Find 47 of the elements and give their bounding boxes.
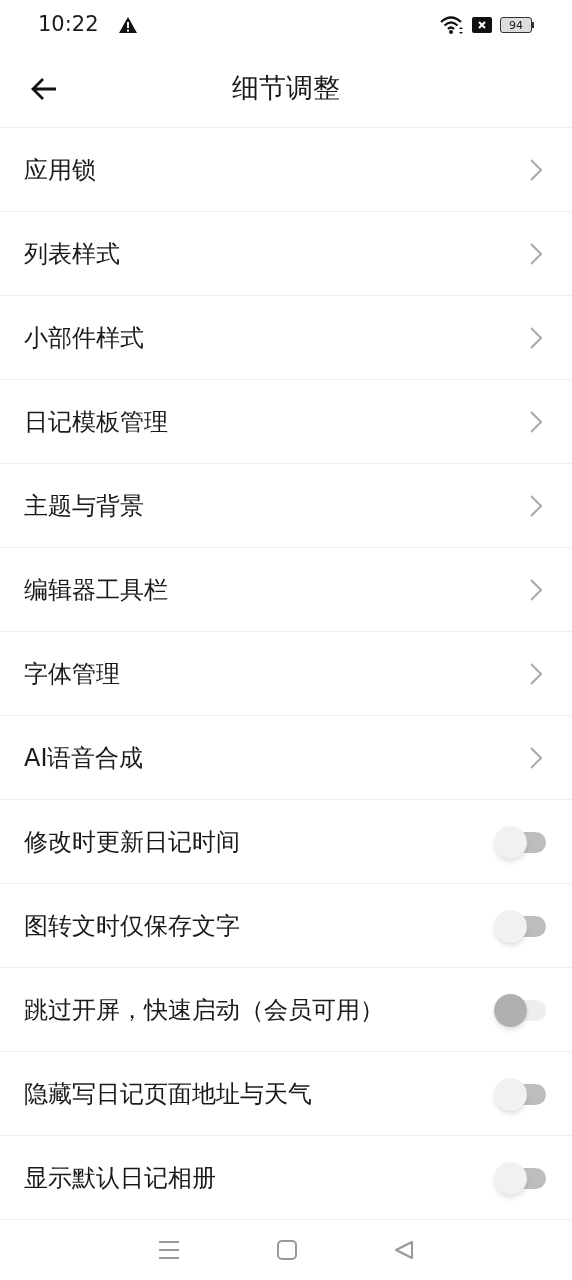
back-icon[interactable] — [393, 1240, 414, 1260]
row-label: 主题与背景 — [24, 490, 145, 522]
row-label: 字体管理 — [24, 658, 121, 690]
settings-row[interactable]: 图转文时仅保存文字 — [0, 884, 572, 968]
settings-row[interactable]: 显示默认日记相册 — [0, 1136, 572, 1220]
back-arrow-icon — [30, 77, 58, 101]
toggle-switch[interactable] — [494, 1076, 548, 1111]
toggle-switch[interactable] — [494, 908, 548, 943]
row-label: 应用锁 — [24, 154, 97, 186]
settings-row[interactable]: 编辑器工具栏 — [0, 548, 572, 632]
row-label: 小部件样式 — [24, 322, 145, 354]
row-label: 日记模板管理 — [24, 406, 169, 438]
wifi-icon — [440, 15, 464, 35]
row-label: 列表样式 — [24, 238, 121, 270]
row-label: 修改时更新日记时间 — [24, 826, 241, 858]
row-label: 图转文时仅保存文字 — [24, 910, 241, 942]
page-title: 细节调整 — [232, 71, 340, 106]
settings-row[interactable]: 隐藏写日记页面地址与天气 — [0, 1052, 572, 1136]
row-label: 跳过开屏，快速启动（会员可用） — [24, 994, 385, 1026]
row-label: 隐藏写日记页面地址与天气 — [24, 1078, 313, 1110]
chevron-right-icon — [530, 746, 542, 769]
status-time: 10:22 — [38, 11, 99, 39]
toggle-switch[interactable] — [494, 824, 548, 859]
settings-row[interactable]: 主题与背景 — [0, 464, 572, 548]
settings-row[interactable]: 日记模板管理 — [0, 380, 572, 464]
chevron-right-icon — [530, 494, 542, 517]
chevron-right-icon — [530, 410, 542, 433]
warning-icon — [118, 17, 137, 33]
row-label: 显示默认日记相册 — [24, 1162, 217, 1194]
row-label: 编辑器工具栏 — [24, 574, 169, 606]
settings-row[interactable]: AI语音合成 — [0, 716, 572, 800]
settings-row[interactable]: 小部件样式 — [0, 296, 572, 380]
sim-blocked-icon — [472, 17, 492, 33]
battery-icon: 94 — [500, 17, 534, 33]
settings-row[interactable]: 字体管理 — [0, 632, 572, 716]
menu-icon[interactable] — [158, 1240, 181, 1260]
chevron-right-icon — [530, 578, 542, 601]
row-label: AI语音合成 — [24, 742, 145, 774]
chevron-right-icon — [530, 662, 542, 685]
home-icon[interactable] — [277, 1240, 297, 1260]
settings-row[interactable]: 列表样式 — [0, 212, 572, 296]
chevron-right-icon — [530, 326, 542, 349]
toggle-switch[interactable] — [494, 1160, 548, 1195]
chevron-right-icon — [530, 158, 542, 181]
chevron-right-icon — [530, 242, 542, 265]
settings-row[interactable]: 修改时更新日记时间 — [0, 800, 572, 884]
settings-row[interactable]: 应用锁 — [0, 128, 572, 212]
